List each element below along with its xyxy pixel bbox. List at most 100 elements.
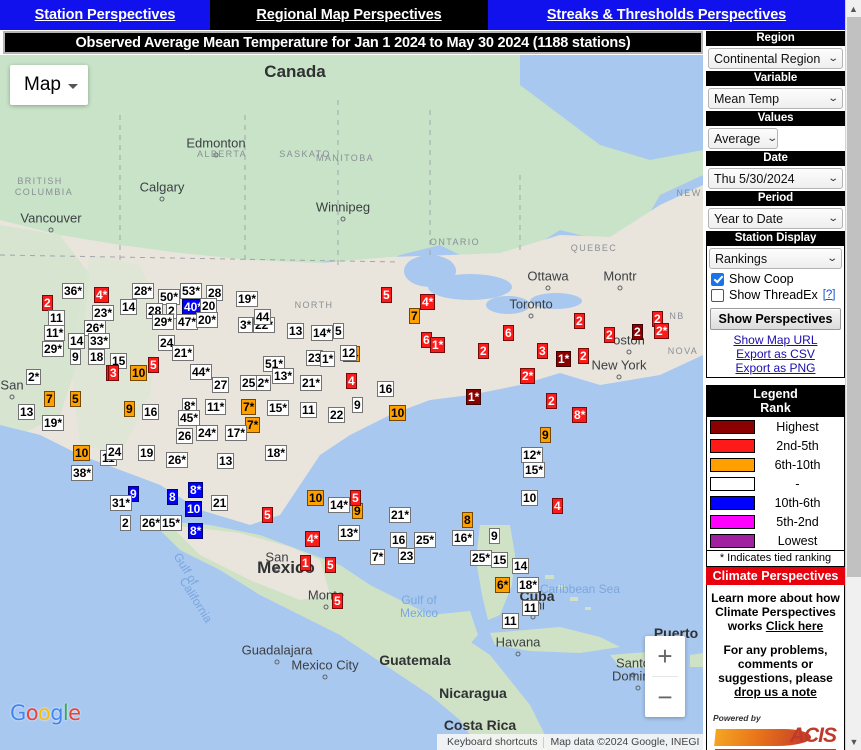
station-marker[interactable]: 18* (517, 577, 540, 593)
google-map[interactable]: Canada Mexico Guatemala Nicaragua Costa Rica… (0, 55, 703, 750)
station-marker[interactable]: 29* (42, 341, 65, 357)
station-marker[interactable]: 24 (106, 444, 124, 460)
station-marker[interactable]: 25* (414, 532, 437, 548)
station-marker[interactable]: 10 (185, 501, 203, 517)
station-marker[interactable]: 15* (523, 462, 546, 478)
page-scrollbar[interactable]: ▲ ▼ (845, 0, 861, 750)
station-marker[interactable]: 5 (332, 593, 343, 609)
station-marker[interactable]: 13* (338, 525, 361, 541)
station-marker[interactable]: 10 (130, 365, 148, 381)
station-marker[interactable]: 4 (552, 498, 563, 514)
station-marker[interactable]: 25 (240, 375, 258, 391)
station-marker[interactable]: 44* (190, 364, 213, 380)
keyboard-shortcuts-link[interactable]: Keyboard shortcuts (441, 736, 543, 748)
station-marker[interactable]: 28* (132, 283, 155, 299)
show-map-url-link[interactable]: Show Map URL (707, 333, 844, 347)
station-marker[interactable]: 2 (578, 348, 589, 364)
click-here-link[interactable]: Click here (766, 619, 823, 633)
station-marker[interactable]: 10 (521, 490, 539, 506)
station-marker[interactable]: 36* (62, 283, 85, 299)
drop-us-a-note-link[interactable]: drop us a note (734, 685, 817, 699)
station-marker[interactable]: 24* (196, 425, 219, 441)
period-select[interactable]: Year to Date ⌄ (708, 208, 843, 229)
station-marker[interactable]: 9 (540, 427, 551, 443)
station-marker[interactable]: 26 (176, 428, 194, 444)
scroll-down-arrow-icon[interactable]: ▼ (846, 733, 861, 750)
station-marker[interactable]: 5 (333, 323, 344, 339)
station-marker[interactable]: 6* (495, 577, 511, 593)
station-marker[interactable]: 4* (420, 294, 436, 310)
station-marker[interactable]: 5 (148, 357, 159, 373)
variable-select[interactable]: Mean Temp ⌄ (708, 88, 843, 109)
station-marker[interactable]: 5 (350, 490, 361, 506)
station-marker[interactable]: 7 (409, 308, 420, 324)
station-marker[interactable]: 27 (212, 377, 230, 393)
station-marker[interactable]: 33* (88, 333, 111, 349)
station-marker[interactable]: 19 (138, 445, 156, 461)
station-marker[interactable]: 15* (267, 400, 290, 416)
station-marker[interactable]: 4* (305, 531, 321, 547)
station-marker[interactable]: 11* (205, 399, 227, 415)
station-marker[interactable]: 11* (44, 325, 66, 341)
tab-regional-map-perspectives[interactable]: Regional Map Perspectives (210, 0, 488, 30)
station-marker[interactable]: 11 (522, 600, 539, 616)
threadex-help-icon[interactable]: [?] (823, 289, 836, 301)
station-marker[interactable]: 13 (287, 323, 305, 339)
station-marker[interactable]: 4 (346, 373, 357, 389)
zoom-in-button[interactable]: + (645, 636, 685, 676)
station-marker[interactable]: 2 (120, 515, 131, 531)
station-marker[interactable]: 31* (110, 495, 133, 511)
station-marker[interactable]: 5 (262, 507, 273, 523)
station-marker[interactable]: 13* (272, 368, 295, 384)
station-marker[interactable]: 18* (265, 445, 288, 461)
station-marker[interactable]: 19* (42, 415, 65, 431)
station-marker[interactable]: 10 (307, 490, 325, 506)
station-marker[interactable]: 13 (18, 404, 36, 420)
station-marker[interactable]: 3* (238, 317, 254, 333)
station-marker[interactable]: 11 (48, 310, 65, 326)
station-marker[interactable]: 16 (142, 404, 160, 420)
station-marker[interactable]: 18 (88, 349, 106, 365)
export-as-csv-link[interactable]: Export as CSV (707, 347, 844, 361)
tab-streaks-thresholds-perspectives[interactable]: Streaks & Thresholds Perspectives (488, 0, 845, 30)
export-as-png-link[interactable]: Export as PNG (707, 361, 844, 377)
station-marker[interactable]: 23* (92, 305, 115, 321)
station-marker[interactable]: 1 (300, 555, 311, 571)
station-marker[interactable]: 2 (478, 343, 489, 359)
station-marker[interactable]: 19* (236, 291, 259, 307)
station-marker[interactable]: 25* (470, 550, 493, 566)
show-threadex-row[interactable]: Show ThreadEx [?] (707, 287, 844, 303)
station-marker[interactable]: 9 (124, 401, 135, 417)
zoom-out-button[interactable]: − (645, 677, 685, 717)
station-marker[interactable]: 13 (217, 453, 235, 469)
station-display-select[interactable]: Rankings ⌄ (709, 248, 842, 269)
station-marker[interactable]: 7* (370, 549, 386, 565)
station-marker[interactable]: 44 (254, 309, 272, 325)
station-marker[interactable]: 2 (574, 313, 585, 329)
station-marker[interactable]: 16 (377, 381, 395, 397)
station-marker[interactable]: 2 (546, 393, 557, 409)
station-marker[interactable]: 2 (632, 324, 643, 340)
scroll-up-arrow-icon[interactable]: ▲ (846, 0, 861, 17)
station-marker[interactable]: 15 (491, 552, 509, 568)
station-marker[interactable]: 38* (71, 465, 94, 481)
station-marker[interactable]: 2 (604, 327, 615, 343)
station-marker[interactable]: 5 (325, 557, 336, 573)
station-marker[interactable]: 26* (140, 515, 163, 531)
station-marker[interactable]: 9 (489, 528, 500, 544)
station-marker[interactable]: 2* (654, 323, 670, 339)
station-marker[interactable]: 21 (211, 495, 229, 511)
station-marker[interactable]: 7* (241, 399, 257, 415)
station-marker[interactable]: 8* (572, 407, 588, 423)
station-marker[interactable]: 17* (225, 425, 248, 441)
station-marker[interactable]: 21* (172, 345, 195, 361)
show-coop-row[interactable]: Show Coop (707, 271, 844, 287)
station-marker[interactable]: 2* (26, 369, 42, 385)
station-marker[interactable]: 12 (340, 345, 358, 361)
station-marker[interactable]: 16* (452, 530, 475, 546)
station-marker[interactable]: 6 (503, 325, 514, 341)
station-marker[interactable]: 7* (245, 417, 261, 433)
region-select[interactable]: Continental Region ⌄ (708, 48, 843, 69)
station-marker[interactable]: 10 (73, 445, 91, 461)
station-marker[interactable]: 14* (311, 325, 334, 341)
